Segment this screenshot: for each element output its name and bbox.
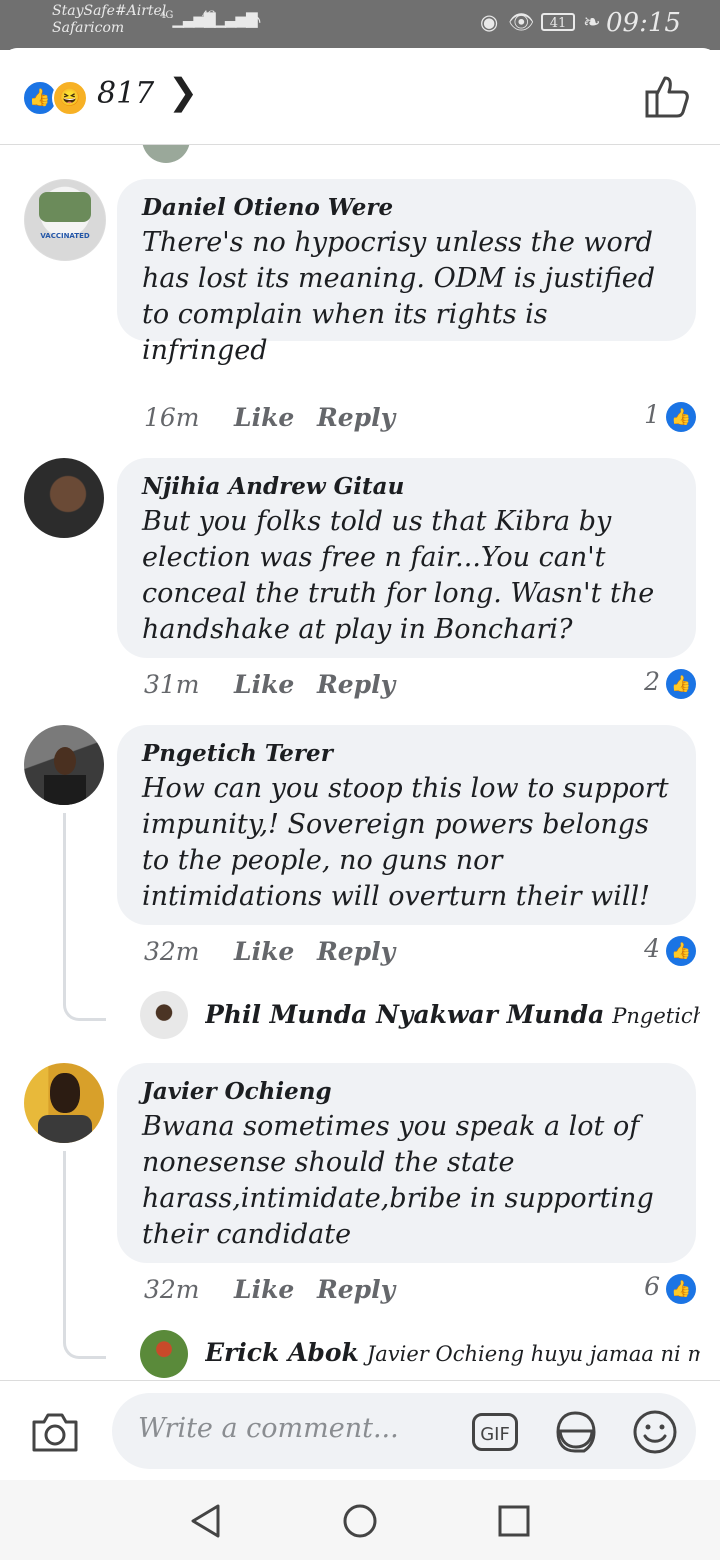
emoji-icon[interactable] bbox=[631, 1408, 679, 1456]
reply-preview[interactable]: Erick Abok Javier Ochieng huyu jamaa ni … bbox=[205, 1338, 700, 1367]
back-icon[interactable] bbox=[188, 1502, 224, 1540]
recent-apps-icon[interactable] bbox=[496, 1502, 532, 1540]
comment-author[interactable]: Javier Ochieng bbox=[142, 1077, 672, 1107]
reactions-header: 👍 😆 817 ❯ bbox=[0, 48, 720, 145]
like-button[interactable]: Like bbox=[234, 1275, 317, 1304]
comment-like-count[interactable]: 4 👍 bbox=[644, 934, 696, 966]
comment-time: 32m bbox=[144, 1275, 200, 1304]
reply-text: Pngetich Terer e... bbox=[612, 1004, 700, 1028]
sticker-icon[interactable] bbox=[550, 1407, 600, 1457]
home-icon[interactable] bbox=[342, 1502, 378, 1540]
like-badge-icon: 👍 bbox=[666, 935, 696, 966]
wifi-icon: ◠ bbox=[244, 9, 262, 33]
reply-thread-line bbox=[63, 813, 106, 1021]
comment-text: But you folks told us that Kibra by elec… bbox=[142, 506, 655, 645]
reply-button[interactable]: Reply bbox=[317, 403, 395, 432]
carrier-2: Safaricom bbox=[52, 20, 125, 36]
comment-like-count[interactable]: 1 👍 bbox=[644, 400, 696, 432]
battery-icon: 41 bbox=[541, 13, 575, 31]
comment-input[interactable]: Write a comment... GIF bbox=[112, 1393, 696, 1469]
data-saver-icon: ◉ bbox=[480, 10, 499, 34]
comment-author[interactable]: Njihia Andrew Gitau bbox=[142, 472, 672, 502]
like-button[interactable]: Like bbox=[234, 403, 317, 432]
thumbs-up-outline-icon[interactable] bbox=[643, 72, 691, 120]
comment-actions: 32m Like Reply bbox=[144, 1275, 395, 1304]
like-badge-icon: 👍 bbox=[666, 1273, 696, 1304]
avatar-phil[interactable] bbox=[140, 991, 188, 1039]
haha-reaction-icon[interactable]: 😆 bbox=[52, 80, 88, 116]
comment-placeholder[interactable]: Write a comment... bbox=[138, 1413, 399, 1444]
comment-time: 16m bbox=[144, 403, 200, 432]
avatar-erick[interactable] bbox=[140, 1330, 188, 1378]
comment-time: 32m bbox=[144, 937, 200, 966]
comment-bubble[interactable]: Njihia Andrew Gitau But you folks told u… bbox=[117, 458, 696, 658]
reply-thread-line bbox=[63, 1151, 106, 1359]
reply-author[interactable]: Erick Abok bbox=[205, 1338, 359, 1367]
avatar-njihia[interactable] bbox=[24, 458, 104, 538]
comment-bubble[interactable]: Pngetich Terer How can you stoop this lo… bbox=[117, 725, 696, 925]
reply-button[interactable]: Reply bbox=[317, 937, 395, 966]
reply-author[interactable]: Phil Munda Nyakwar Munda bbox=[205, 1000, 604, 1029]
avatar-javier[interactable] bbox=[24, 1063, 104, 1143]
comment-like-count[interactable]: 6 👍 bbox=[644, 1272, 696, 1304]
reply-button[interactable]: Reply bbox=[317, 1275, 395, 1304]
comment-author[interactable]: Pngetich Terer bbox=[142, 739, 672, 769]
reaction-count[interactable]: 817 bbox=[97, 76, 154, 111]
comment-like-count[interactable]: 2 👍 bbox=[644, 667, 696, 699]
status-clock: 09:15 bbox=[606, 8, 681, 38]
comment-text: Bwana sometimes you speak a lot of nones… bbox=[142, 1111, 654, 1250]
comment-composer: Write a comment... GIF bbox=[0, 1380, 720, 1481]
chevron-right-icon[interactable]: ❯ bbox=[168, 72, 198, 113]
like-button[interactable]: Like bbox=[234, 937, 317, 966]
comment-text: There's no hypocrisy unless the word has… bbox=[142, 227, 656, 366]
status-bar: StaySafe#Airtel Safaricom 4G▁▃▅▇ 4G▁▃▅▇ … bbox=[0, 0, 720, 50]
system-navigation-bar bbox=[0, 1480, 720, 1560]
avatar-pngetich[interactable] bbox=[24, 725, 104, 805]
comment-actions: 16m Like Reply bbox=[144, 403, 395, 432]
eye-comfort-icon: 👁 bbox=[508, 10, 535, 34]
gif-button[interactable]: GIF bbox=[472, 1413, 518, 1451]
reply-preview[interactable]: Phil Munda Nyakwar Munda Pngetich Terer … bbox=[205, 1000, 700, 1029]
avatar-daniel[interactable]: VACCINATED bbox=[24, 179, 106, 261]
comment-actions: 31m Like Reply bbox=[144, 670, 395, 699]
leaf-icon: ❧ bbox=[583, 10, 601, 34]
comment-time: 31m bbox=[144, 670, 200, 699]
comments-sheet: 👍 😆 817 ❯ VACCINATED Daniel Otieno Were … bbox=[0, 48, 720, 1380]
reply-text: Javier Ochieng huyu jamaa ni mjing... bbox=[366, 1342, 700, 1366]
comment-bubble[interactable]: Daniel Otieno Were There's no hypocrisy … bbox=[117, 179, 696, 366]
comment-actions: 32m Like Reply bbox=[144, 937, 395, 966]
carrier-1: StaySafe#Airtel bbox=[52, 3, 167, 19]
carrier-names: StaySafe#Airtel Safaricom bbox=[52, 3, 166, 37]
reply-button[interactable]: Reply bbox=[317, 670, 395, 699]
like-badge-icon: 👍 bbox=[666, 668, 696, 699]
comment-text: How can you stoop this low to support im… bbox=[142, 773, 669, 912]
camera-icon[interactable] bbox=[30, 1410, 80, 1454]
comment-author[interactable]: Daniel Otieno Were bbox=[142, 193, 672, 223]
like-button[interactable]: Like bbox=[234, 670, 317, 699]
comment-bubble[interactable]: Javier Ochieng Bwana sometimes you speak… bbox=[117, 1063, 696, 1263]
like-badge-icon: 👍 bbox=[666, 401, 696, 432]
